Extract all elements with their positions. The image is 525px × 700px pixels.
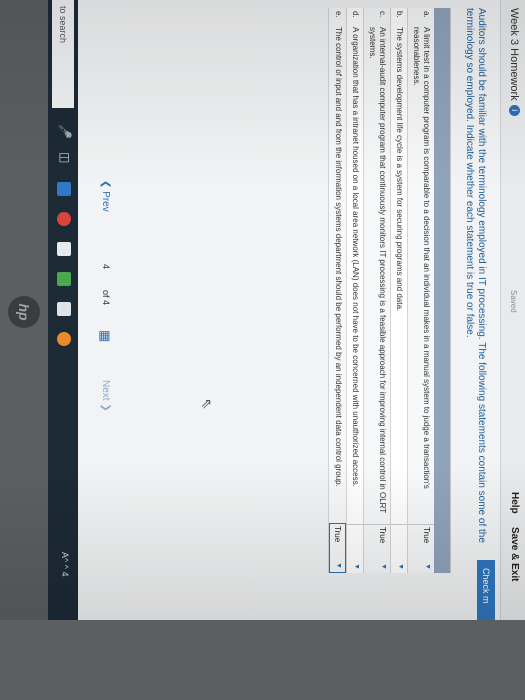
table-row: a. A limit test in a computer program is … [407, 8, 434, 573]
answer-select[interactable]: True ▼ [329, 523, 346, 573]
mouse-cursor-icon: ⇖ [199, 398, 215, 410]
row-statement: The systems development life cycle is a … [395, 27, 404, 312]
table-row: c. An internal-audit computer program tha… [363, 8, 390, 573]
table-row: b. The systems development life cycle is … [390, 8, 407, 573]
table-rows: a. A limit test in a computer program is … [328, 8, 434, 573]
answer-select[interactable]: ▼ [391, 524, 407, 573]
answer-value: True [378, 527, 387, 544]
row-letter: e. [334, 11, 343, 18]
answer-select[interactable]: True ▼ [408, 524, 434, 573]
save-exit-button[interactable]: Save & Exit [509, 527, 520, 581]
row-letter: a. [422, 11, 431, 18]
row-letter: c. [378, 11, 387, 18]
next-button[interactable]: Next ❯ [100, 380, 111, 412]
mail-icon[interactable] [57, 272, 71, 286]
chevron-down-icon: ▼ [424, 563, 431, 570]
hp-logo: hp [8, 296, 40, 328]
table-row: d. A organization that has a intranet hou… [346, 8, 363, 573]
row-letter: d. [351, 11, 360, 18]
row-statement: The control of input and and from the in… [334, 27, 343, 487]
task-view-icon[interactable]: ◫ [58, 152, 72, 166]
answer-value: True [333, 526, 342, 543]
chevron-down-icon: ▼ [353, 563, 360, 570]
chrome-icon[interactable] [57, 212, 71, 226]
windows-taskbar: to search 🎤 ◫ A^ ^ 4 [48, 0, 78, 620]
page-total: of 4 [101, 290, 111, 306]
taskbar-search[interactable]: to search [52, 0, 74, 108]
microphone-icon[interactable]: 🎤 [58, 124, 72, 139]
true-false-table: a. A limit test in a computer program is … [328, 8, 451, 573]
info-icon[interactable]: i [509, 104, 520, 116]
system-tray: A^ ^ 4 [60, 552, 70, 577]
save-status: Saved [509, 290, 518, 313]
laptop-bezel: hp [0, 0, 48, 620]
chevron-down-icon: ▼ [335, 562, 342, 569]
chevron-down-icon: ▼ [397, 563, 404, 570]
answer-select[interactable]: True ▼ [364, 524, 390, 573]
help-link[interactable]: Help [509, 492, 520, 514]
row-letter: b. [395, 11, 404, 18]
check-my-work-button[interactable]: Check m [477, 560, 495, 620]
table-row: e. The control of input and and from the … [328, 8, 346, 573]
assignment-title: Week 3 Homeworki [508, 8, 520, 116]
laptop-screen: Week 3 Homeworki Saved Help Save & Exit … [0, 0, 525, 620]
question-pager: ❮ Prev 4 of 4 ▦ Next ❯ [93, 180, 113, 440]
question-prompt: Auditors should be familiar with the ter… [464, 8, 487, 543]
row-statement: An internal-audit computer program that … [368, 27, 387, 514]
chevron-down-icon: ▼ [380, 563, 387, 570]
answer-select[interactable]: ▼ [347, 524, 363, 573]
table-header-bar [434, 8, 450, 573]
grid-icon[interactable]: ▦ [97, 330, 113, 342]
browser-icon[interactable] [57, 332, 71, 346]
row-statement: A limit test in a computer program is co… [412, 27, 431, 489]
row-statement: A organization that has a intranet house… [351, 27, 360, 487]
store-icon[interactable] [57, 242, 71, 256]
prev-button[interactable]: ❮ Prev [100, 180, 111, 212]
answer-value: True [422, 527, 431, 544]
play-icon[interactable] [57, 302, 71, 316]
current-page: 4 [101, 264, 111, 270]
edge-icon[interactable] [57, 182, 71, 196]
assignment-header: Week 3 Homeworki Saved Help Save & Exit [500, 0, 525, 620]
